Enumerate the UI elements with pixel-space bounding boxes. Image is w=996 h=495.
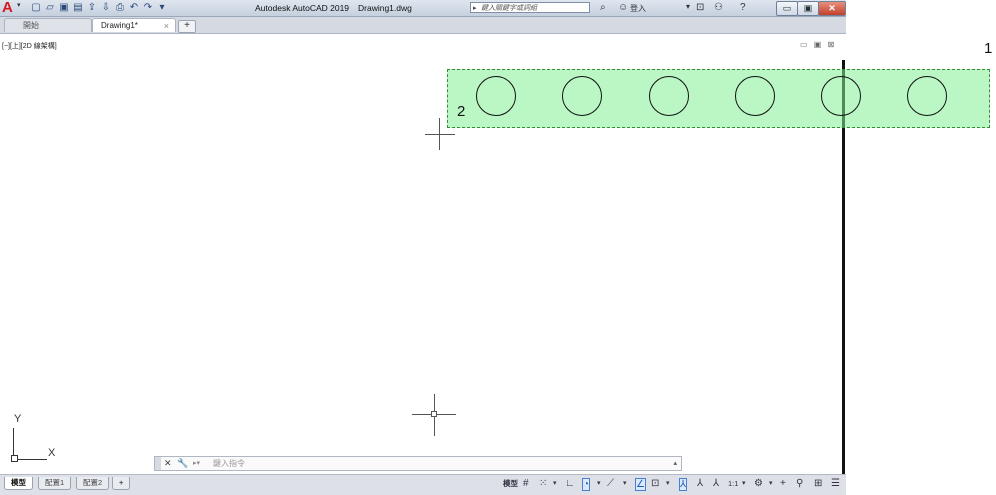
search-input[interactable]: ▸ 鍵入關鍵字或詞組 (470, 2, 590, 13)
circle-entity[interactable] (907, 76, 947, 116)
ucs-y-label: Y (14, 413, 22, 425)
clean-screen-icon[interactable]: ⊞ (814, 478, 822, 490)
circle-entity[interactable] (649, 76, 689, 116)
isodraft-dropdown-icon[interactable]: ▾ (623, 478, 627, 490)
layout-tab-model[interactable]: 模型 (4, 477, 33, 490)
command-input[interactable]: 鍵入指令 (213, 457, 245, 470)
tab-close-icon[interactable]: × (164, 19, 169, 33)
undo-icon[interactable]: ↶ (128, 2, 140, 14)
model-space-button[interactable]: 模型 (503, 478, 518, 490)
tab-start[interactable]: 開始 (4, 18, 92, 32)
redo-icon[interactable]: ↷ (142, 2, 154, 14)
layout-tab-layout1[interactable]: 配置1 (38, 477, 72, 490)
restore-button[interactable]: ▣ (797, 1, 819, 16)
file-tab-bar: 開始 Drawing1* × + (0, 17, 846, 34)
annotation-scale-value[interactable]: 1:1 (728, 478, 738, 490)
object-snap-icon[interactable]: ⊡ (651, 478, 659, 490)
search-expand-icon: ▸ (473, 5, 477, 12)
isodraft-icon[interactable]: ⟋ (607, 478, 614, 490)
help-icon[interactable]: ? (740, 2, 746, 13)
workspace-gear-icon[interactable]: ⚙ (754, 478, 763, 490)
osnap-dropdown-icon[interactable]: ▾ (666, 478, 670, 490)
callout-1: 1 (984, 40, 993, 57)
quick-access-toolbar: ▢ ▱ ▣ ▤ ⇪ ⇩ ⎙ ↶ ↷ ▾ (30, 2, 168, 14)
minimize-button[interactable]: ▭ (776, 1, 798, 16)
ucs-x-label: X (48, 447, 56, 459)
close-button[interactable]: ✕ (818, 1, 846, 16)
new-icon[interactable]: ▢ (30, 2, 42, 14)
download-icon[interactable]: ⇩ (100, 2, 112, 14)
viewport-window-controls[interactable]: ▭ ▣ ⊠ (800, 40, 836, 49)
application-menu-button[interactable]: A ▾ (2, 0, 26, 16)
viewport-controls-label[interactable]: [−][上][2D 線架構] (2, 41, 57, 51)
cart-icon[interactable]: ⊡ (696, 2, 704, 13)
customize-command-icon[interactable]: 🔧 (177, 457, 188, 470)
auto-scale-icon[interactable]: ⅄ (697, 478, 703, 490)
app-name: Autodesk AutoCAD 2019 (255, 3, 350, 13)
circle-entity[interactable] (821, 76, 861, 116)
scale-dropdown-icon[interactable]: ▾ (742, 478, 746, 490)
tab-drawing1-label: Drawing1* (101, 21, 138, 30)
status-bar: 模型 配置1 配置2 + 模型 # ⁙ ▾ ∟ ◔ ▾ ⟋ ▾ ∠ ⊡ ▾ ⅄ … (0, 474, 846, 495)
circle-entity[interactable] (735, 76, 775, 116)
file-name: Drawing1.dwg (358, 3, 412, 13)
open-icon[interactable]: ▱ (44, 2, 56, 14)
grid-icon[interactable]: # (523, 478, 529, 490)
callout-2: 2 (457, 103, 466, 120)
autocad-logo-icon: A (2, 0, 13, 16)
isolate-objects-icon[interactable]: ⚲ (796, 478, 803, 490)
snap-icon[interactable]: ⁙ (539, 478, 547, 490)
command-line[interactable]: ✕ 🔧 ▸▾ 鍵入指令 ▴ (154, 456, 682, 471)
circle-entity[interactable] (476, 76, 516, 116)
command-line-grip[interactable] (155, 457, 161, 470)
user-icon[interactable]: ☺ (618, 2, 628, 13)
add-layout-button[interactable]: + (112, 477, 131, 490)
annotation-visibility-icon[interactable]: ⅄ (679, 478, 688, 491)
tab-drawing1[interactable]: Drawing1* × (92, 18, 176, 32)
object-snap-tracking-icon[interactable]: ∠ (635, 478, 646, 491)
polar-tracking-icon[interactable]: ◔ (582, 478, 591, 491)
signin-dropdown-icon[interactable]: ▾ (686, 2, 690, 11)
plot-icon[interactable]: ⎙ (114, 2, 126, 14)
layout-tab-layout2[interactable]: 配置2 (76, 477, 110, 490)
ortho-icon[interactable]: ∟ (565, 478, 575, 490)
annotation-scale-icon[interactable]: ⅄ (713, 478, 719, 490)
polar-dropdown-icon[interactable]: ▾ (597, 478, 601, 490)
save-as-icon[interactable]: ▤ (72, 2, 84, 14)
chevron-down-icon: ▾ (17, 2, 21, 9)
binoculars-icon[interactable]: ⌕ (600, 2, 606, 13)
new-tab-button[interactable]: + (178, 20, 196, 33)
command-recent-icon[interactable]: ▴ (673, 457, 677, 470)
upload-icon[interactable]: ⇪ (86, 2, 98, 14)
close-command-icon[interactable]: ✕ (164, 457, 172, 470)
title-bar: A ▾ ▢ ▱ ▣ ▤ ⇪ ⇩ ⎙ ↶ ↷ ▾ Autodesk AutoCAD… (0, 0, 846, 17)
annotation-monitor-icon[interactable]: + (780, 478, 786, 490)
tab-start-label: 開始 (23, 21, 39, 30)
circle-entity[interactable] (562, 76, 602, 116)
search-placeholder: 鍵入關鍵字或詞組 (481, 5, 537, 12)
command-history-icon[interactable]: ▸▾ (193, 457, 200, 470)
exchange-icon[interactable]: ⚇ (714, 2, 723, 13)
save-icon[interactable]: ▣ (58, 2, 70, 14)
workspace-dropdown-icon[interactable]: ▾ (769, 478, 773, 490)
snap-dropdown-icon[interactable]: ▾ (553, 478, 557, 490)
customization-menu-icon[interactable]: ☰ (831, 478, 840, 490)
qat-dropdown-icon[interactable]: ▾ (156, 2, 168, 14)
signin-link[interactable]: 登入 (630, 3, 646, 14)
